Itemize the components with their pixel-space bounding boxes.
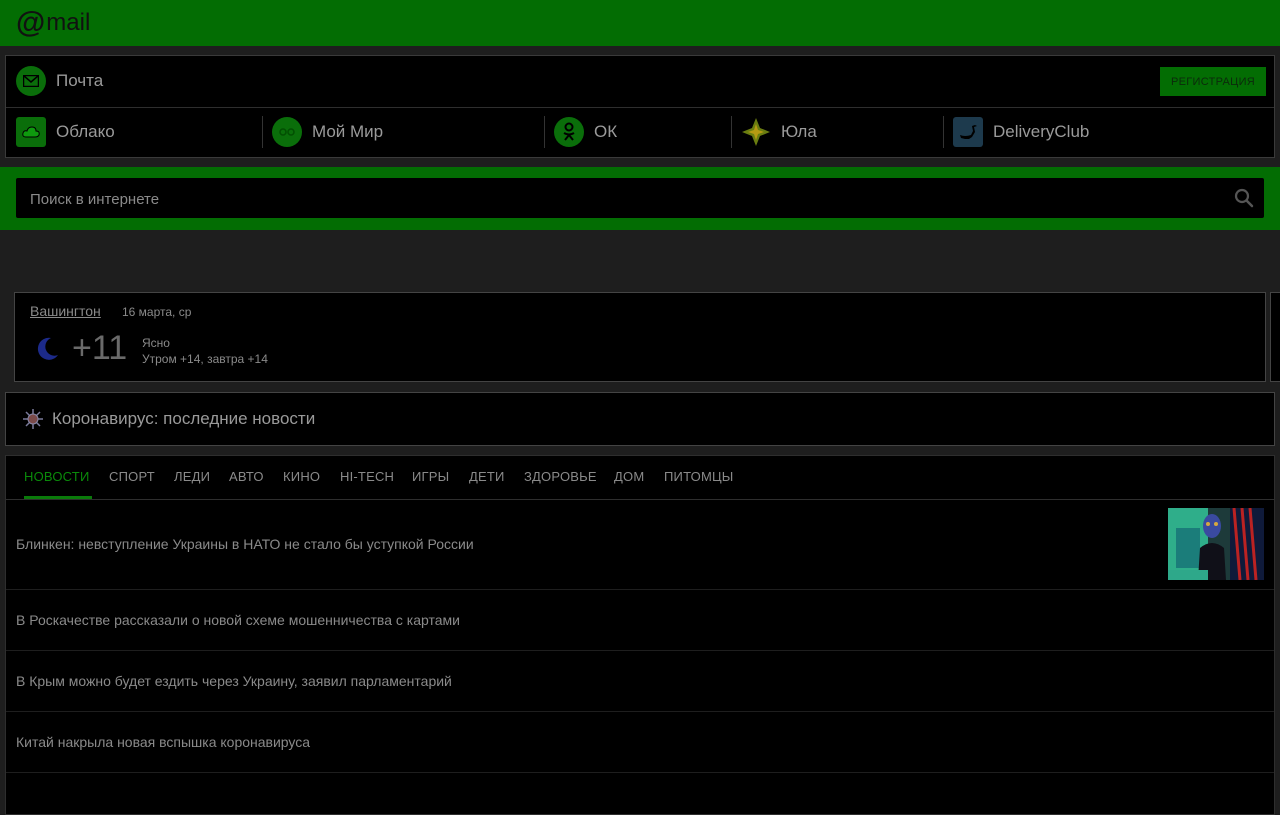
tab-hi-tech[interactable]: HI-TECH	[340, 469, 394, 484]
news-block: НОВОСТИ СПОРТ ЛЕДИ АВТО КИНО HI-TECH ИГР…	[5, 455, 1275, 815]
news-item[interactable]: В Крым можно будет ездить через Украину,…	[6, 651, 1274, 712]
tab-health[interactable]: ЗДОРОВЬЕ	[524, 469, 597, 484]
tab-news[interactable]: НОВОСТИ	[24, 469, 90, 484]
delivery-club-icon	[953, 117, 983, 147]
weather-city-link[interactable]: Вашингтон	[30, 303, 101, 319]
covid-news-banner[interactable]: Коронавирус: последние новости	[5, 392, 1275, 446]
tab-kids[interactable]: ДЕТИ	[469, 469, 505, 484]
news-item[interactable]: Китай накрыла новая вспышка коронавируса	[6, 712, 1274, 773]
search-box	[16, 178, 1264, 220]
service-youla[interactable]: Юла	[741, 116, 817, 148]
service-delivery-club[interactable]: DeliveryClub	[953, 116, 1089, 148]
service-label: Облако	[56, 122, 115, 141]
news-item-title: Блинкен: невступление Украины в НАТО не …	[16, 536, 474, 552]
service-label: Юла	[781, 122, 817, 141]
tab-home[interactable]: ДОМ	[614, 469, 644, 484]
service-label: DeliveryClub	[993, 122, 1090, 141]
covid-news-label: Коронавирус: последние новости	[52, 409, 316, 428]
service-label: Мой Мир	[312, 122, 384, 141]
news-tabs: НОВОСТИ СПОРТ ЛЕДИ АВТО КИНО HI-TECH ИГР…	[6, 456, 1274, 500]
envelope-icon	[16, 66, 46, 96]
weather-widget: Вашингтон 16 марта, ср +11 Ясно Утром +1…	[14, 292, 1266, 382]
search-input[interactable]	[28, 178, 1212, 220]
search-icon[interactable]	[1234, 188, 1254, 208]
tab-lady[interactable]: ЛЕДИ	[174, 469, 210, 484]
tab-pets[interactable]: ПИТОМЦЫ	[664, 469, 734, 484]
weather-forecast: Утром +14, завтра +14	[142, 352, 268, 366]
weather-date: 16 марта, ср	[122, 305, 192, 319]
my-world-icon	[272, 117, 302, 147]
weather-condition: Ясно	[142, 336, 170, 350]
mail-service-label: Почта	[56, 71, 104, 90]
services-panel: Почта РЕГИСТРАЦИЯ Облако Мой Мир ОК Юла	[5, 55, 1275, 158]
logo-text: mail	[46, 9, 91, 36]
services-row-mail: Почта РЕГИСТРАЦИЯ	[6, 56, 1274, 108]
divider	[731, 116, 732, 148]
register-button[interactable]: РЕГИСТРАЦИЯ	[1160, 67, 1266, 96]
mail-logo[interactable]: @ mail	[16, 8, 90, 38]
tab-auto[interactable]: АВТО	[229, 469, 264, 484]
service-ok[interactable]: ОК	[554, 116, 617, 148]
news-item-title: Китай накрыла новая вспышка коронавируса	[16, 734, 311, 750]
active-tab-indicator	[24, 496, 92, 499]
tab-cinema[interactable]: КИНО	[283, 469, 320, 484]
search-bar	[0, 167, 1280, 230]
moon-icon	[33, 335, 61, 363]
tab-sport[interactable]: СПОРТ	[109, 469, 155, 484]
divider	[544, 116, 545, 148]
ok-icon	[554, 117, 584, 147]
news-item[interactable]: Блинкен: невступление Украины в НАТО не …	[6, 500, 1274, 590]
top-bar: @ mail	[0, 0, 1280, 46]
mail-service-link[interactable]: Почта	[16, 65, 103, 97]
divider	[262, 116, 263, 148]
youla-icon	[741, 117, 771, 147]
news-item-title: В Крым можно будет ездить через Украину,…	[16, 673, 452, 689]
news-thumbnail-image	[1168, 507, 1264, 581]
service-label: ОК	[594, 122, 618, 141]
side-widget-edge	[1270, 292, 1280, 382]
divider	[943, 116, 944, 148]
news-item-title: В Роскачестве рассказали о новой схеме м…	[16, 612, 460, 628]
news-item[interactable]: В Роскачестве рассказали о новой схеме м…	[6, 590, 1274, 651]
service-my-world[interactable]: Мой Мир	[272, 116, 383, 148]
tab-games[interactable]: ИГРЫ	[412, 469, 449, 484]
weather-temperature: +11	[72, 329, 128, 367]
virus-icon	[22, 408, 44, 430]
cloud-icon	[16, 117, 46, 147]
service-cloud[interactable]: Облако	[16, 116, 115, 148]
logo-at-sign: @	[16, 6, 46, 39]
